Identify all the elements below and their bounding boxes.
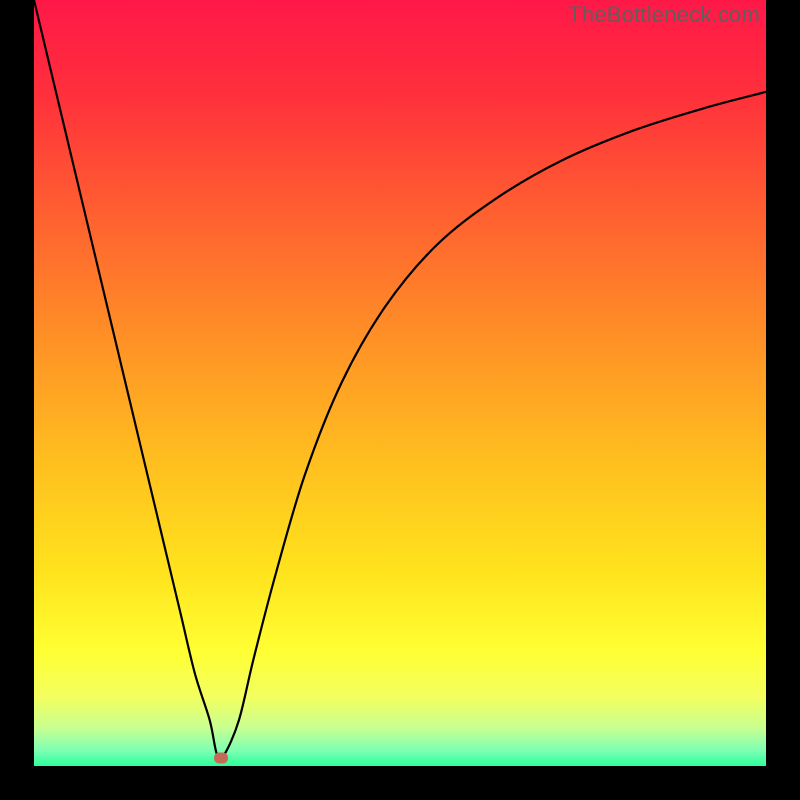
plot-frame: [34, 0, 766, 766]
minimum-marker: [214, 753, 228, 764]
watermark-text: TheBottleneck.com: [568, 2, 760, 28]
bottleneck-curve: [34, 0, 766, 759]
curve-svg: [34, 0, 766, 766]
